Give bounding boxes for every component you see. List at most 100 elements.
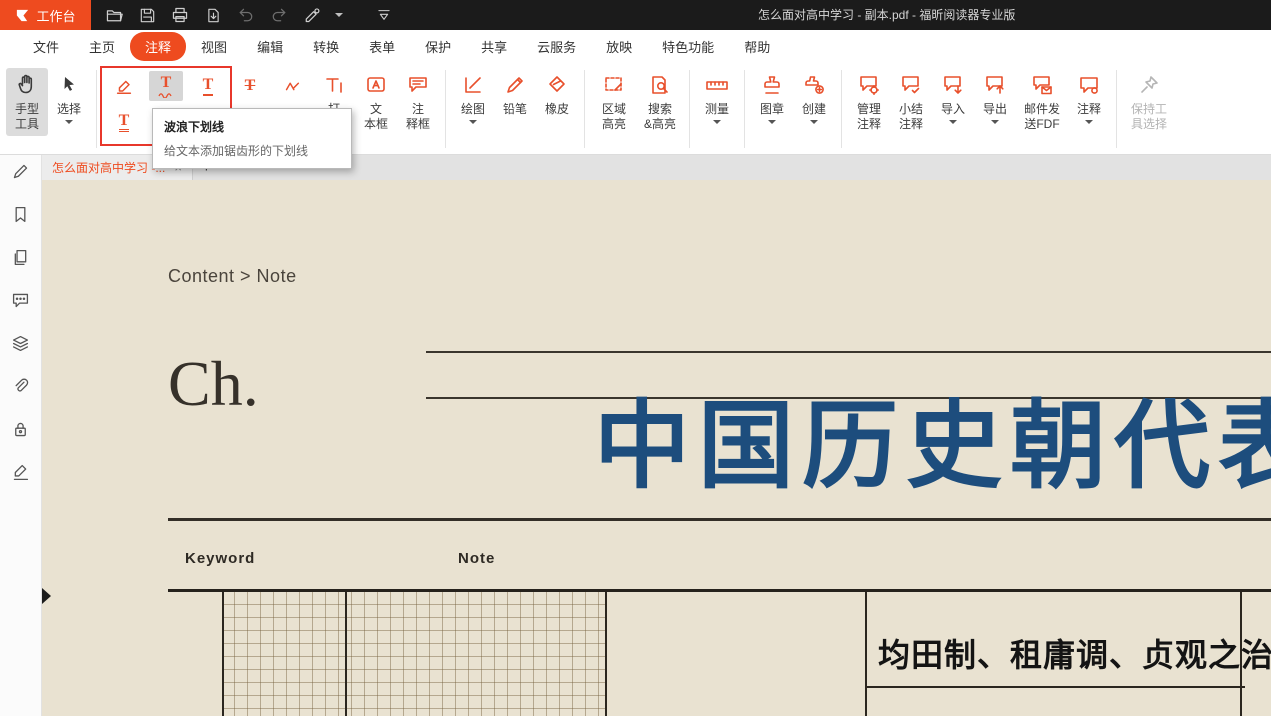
keep-tool-selected-button[interactable]: 保持工 具选择	[1123, 68, 1175, 132]
tab-comment[interactable]: 注释	[130, 32, 186, 61]
squiggly-underline-icon[interactable]: T	[149, 71, 183, 101]
keep-tool-label-1: 保持工	[1131, 102, 1167, 117]
create-tool[interactable]: 创建	[793, 68, 835, 124]
summarize-comments-tool[interactable]: 小结 注释	[890, 68, 932, 132]
tab-share[interactable]: 共享	[466, 32, 522, 61]
hand-tool-button[interactable]: 手型 工具	[6, 68, 48, 136]
comment-dropdown-caret-icon[interactable]	[1085, 120, 1093, 124]
hand-tool-label-2: 工具	[15, 117, 39, 132]
workspace-button[interactable]: 工作台	[0, 0, 91, 30]
table-column-line	[345, 592, 347, 716]
tab-help[interactable]: 帮助	[729, 32, 785, 61]
measure-ruler-icon	[705, 68, 729, 102]
bookmarks-panel-icon[interactable]	[11, 204, 31, 224]
comment-tool[interactable]: 注释	[1068, 68, 1110, 124]
ribbon-separator	[689, 70, 690, 148]
layers-panel-icon[interactable]	[11, 333, 31, 353]
select-dropdown-caret-icon[interactable]	[65, 120, 73, 124]
area-highlight-label-2: 高亮	[602, 117, 626, 132]
callout-tool[interactable]: 注 释框	[397, 68, 439, 132]
tab-features[interactable]: 特色功能	[647, 32, 729, 61]
stamp-tool[interactable]: 图章	[751, 68, 793, 124]
security-panel-icon[interactable]	[11, 419, 31, 439]
select-cursor-icon	[58, 68, 80, 102]
hand-icon	[15, 68, 39, 102]
drawing-dropdown-caret-icon[interactable]	[469, 120, 477, 124]
attachments-panel-icon[interactable]	[11, 376, 31, 396]
share-review-caret-icon[interactable]	[335, 13, 343, 17]
create-dropdown-caret-icon[interactable]	[810, 120, 818, 124]
select-tool-label: 选择	[57, 102, 81, 117]
manage-comments-label-2: 注释	[857, 117, 881, 132]
highlighter-icon[interactable]	[107, 71, 141, 101]
textbox-tool[interactable]: 文 本框	[355, 68, 397, 132]
email-fdf-label-2: 送FDF	[1024, 117, 1059, 132]
tab-convert[interactable]: 转换	[298, 32, 354, 61]
table-column-line	[222, 592, 224, 716]
foxit-logo-icon	[15, 8, 30, 23]
pencil-tool[interactable]: 铅笔	[494, 68, 536, 117]
drawing-tool[interactable]: 绘图	[452, 68, 494, 124]
drawing-icon	[462, 68, 484, 102]
tab-form[interactable]: 表单	[354, 32, 410, 61]
summarize-comments-icon	[900, 68, 922, 102]
export-comments-tool[interactable]: 导出	[974, 68, 1016, 124]
callout-icon	[407, 68, 429, 102]
print-icon[interactable]	[170, 5, 190, 25]
email-fdf-icon	[1031, 68, 1053, 102]
menu-bar: 文件 主页 注释 视图 编辑 转换 表单 保护 共享 云服务 放映 特色功能 帮…	[0, 30, 1271, 62]
textbox-label-2: 本框	[364, 117, 388, 132]
import-label: 导入	[941, 102, 965, 117]
signature-panel-icon[interactable]	[11, 462, 31, 482]
textbox-icon	[365, 68, 387, 102]
undo-icon[interactable]	[236, 5, 256, 25]
stamp-icon	[761, 68, 783, 102]
tab-home[interactable]: 主页	[74, 32, 130, 61]
stamp-label: 图章	[760, 102, 784, 117]
quick-annotation-icon[interactable]	[11, 161, 31, 181]
search-highlight-tool[interactable]: 搜索 &高亮	[637, 68, 683, 132]
panel-expand-handle-icon[interactable]	[42, 588, 51, 604]
import-dropdown-caret-icon[interactable]	[949, 120, 957, 124]
export-page-icon[interactable]	[203, 5, 223, 25]
table-column-line	[865, 592, 867, 716]
redo-icon[interactable]	[269, 5, 289, 25]
select-tool-button[interactable]: 选择	[48, 68, 90, 124]
tab-cloud[interactable]: 云服务	[522, 32, 591, 61]
pin-icon	[1138, 68, 1160, 102]
replace-text-icon[interactable]: T	[107, 107, 141, 137]
pages-panel-icon[interactable]	[11, 247, 31, 267]
manage-comments-tool[interactable]: 管理 注释	[848, 68, 890, 132]
measure-label: 测量	[705, 102, 729, 117]
tooltip-title: 波浪下划线	[164, 118, 340, 135]
email-fdf-label-1: 邮件发	[1024, 102, 1060, 117]
share-review-icon[interactable]	[302, 5, 322, 25]
open-file-icon[interactable]	[104, 5, 124, 25]
stamp-dropdown-caret-icon[interactable]	[768, 120, 776, 124]
table-row-line	[865, 686, 1245, 688]
tab-protect[interactable]: 保护	[410, 32, 466, 61]
tab-present[interactable]: 放映	[591, 32, 647, 61]
tab-file[interactable]: 文件	[18, 32, 74, 61]
textbox-label-1: 文	[370, 102, 382, 117]
import-comments-tool[interactable]: 导入	[932, 68, 974, 124]
tab-view[interactable]: 视图	[186, 32, 242, 61]
insert-text-icon[interactable]	[275, 71, 309, 101]
comments-panel-icon[interactable]	[11, 290, 31, 310]
measure-tool[interactable]: 测量	[696, 68, 738, 124]
save-icon[interactable]	[137, 5, 157, 25]
grid-paper	[222, 592, 605, 716]
summarize-comments-label-2: 注释	[899, 117, 923, 132]
email-fdf-tool[interactable]: 邮件发 送FDF	[1016, 68, 1068, 132]
customize-toolbar-icon[interactable]	[374, 5, 394, 25]
measure-dropdown-caret-icon[interactable]	[713, 120, 721, 124]
tab-edit[interactable]: 编辑	[242, 32, 298, 61]
search-highlight-label-2: &高亮	[644, 117, 676, 132]
pdf-page[interactable]: Content > Note Ch. 中国历史朝代表 Keyword Note …	[42, 180, 1271, 716]
eraser-tool[interactable]: 橡皮	[536, 68, 578, 117]
strikeout-icon[interactable]: T	[233, 71, 267, 101]
export-dropdown-caret-icon[interactable]	[991, 120, 999, 124]
table-column-note: Note	[458, 550, 495, 567]
underline-icon[interactable]: T	[191, 71, 225, 101]
area-highlight-tool[interactable]: 区域 高亮	[591, 68, 637, 132]
